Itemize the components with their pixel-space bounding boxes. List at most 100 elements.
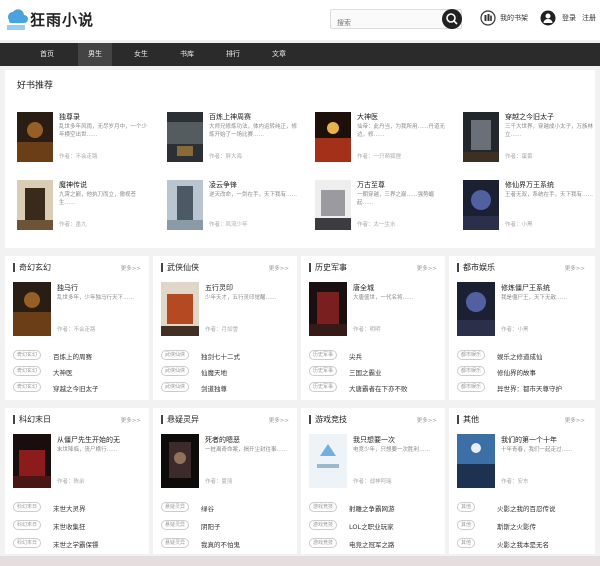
genre-tag[interactable]: 悬疑灵异 [161, 538, 190, 548]
book-title[interactable]: 射雕之争霸网游 [349, 503, 395, 513]
book-card[interactable]: 凌云争锋 逆天改命，一剑在手，天下我有…… 作者：风流少年 [167, 180, 307, 244]
genre-tag[interactable]: 其他 [457, 502, 476, 512]
book-title[interactable]: 修仙界万王系统 [505, 180, 554, 190]
book-cover[interactable] [13, 282, 51, 336]
register-link[interactable]: 注册 [582, 13, 596, 23]
genre-tag[interactable]: 悬疑灵异 [161, 520, 190, 530]
category-title[interactable]: 其他 [463, 414, 479, 425]
book-title[interactable]: 斯斯之火影传 [497, 521, 536, 531]
user-icon[interactable] [540, 10, 556, 26]
genre-tag[interactable]: 其他 [457, 520, 476, 530]
genre-tag[interactable]: 武侠仙侠 [161, 382, 190, 392]
genre-tag[interactable]: 悬疑灵异 [161, 502, 190, 512]
category-title[interactable]: 武侠仙侠 [167, 262, 199, 273]
book-title[interactable]: 凌云争锋 [209, 180, 237, 190]
book-title[interactable]: 独尊录 [59, 112, 80, 122]
list-item[interactable]: 游戏竞技 电竞之冠军之路 [309, 538, 443, 550]
category-title[interactable]: 科幻末日 [19, 414, 51, 425]
more-link[interactable]: 更多>> [269, 416, 289, 424]
book-title[interactable]: 百炼上的周赛 [53, 351, 92, 361]
book-title[interactable]: 我只想要一次 [353, 435, 395, 445]
book-title[interactable]: 末世大灵界 [53, 503, 86, 513]
list-item[interactable]: 历史军事 尖兵 [309, 350, 443, 362]
book-title[interactable]: 末世收集狂 [53, 521, 86, 531]
genre-tag[interactable]: 其他 [457, 538, 476, 548]
book-cover[interactable] [167, 112, 203, 162]
featured-book[interactable]: 从僵尸先生开始的无 末世降临，丧尸横行…… 作者：陈余 [13, 434, 145, 490]
book-title[interactable]: 唐全城 [353, 283, 374, 293]
logo-cloud-icon[interactable] [4, 6, 28, 32]
list-item[interactable]: 科幻末日 末世收集狂 [13, 520, 147, 532]
category-title[interactable]: 奇幻玄幻 [19, 262, 51, 273]
book-title[interactable]: 魔神传说 [59, 180, 87, 190]
list-item[interactable]: 奇幻玄幻 大神医 [13, 366, 147, 378]
book-cover[interactable] [309, 434, 347, 488]
nav-home[interactable]: 首页 [30, 43, 64, 66]
book-title[interactable]: LOL之职业玩家 [349, 521, 394, 531]
genre-tag[interactable]: 武侠仙侠 [161, 350, 190, 360]
list-item[interactable]: 武侠仙侠 独剑七十二式 [161, 350, 295, 362]
book-cover[interactable] [17, 180, 53, 230]
search-input[interactable] [331, 14, 431, 32]
book-title[interactable]: 大唐霸者在下亦不败 [349, 383, 408, 393]
more-link[interactable]: 更多>> [121, 264, 141, 272]
featured-book[interactable]: 独马行 乱世多年，少年独马行天下…… 作者：不会走路 [13, 282, 145, 338]
book-title[interactable]: 火影之我本是无名 [497, 539, 549, 549]
list-item[interactable]: 科幻末日 末世大灵界 [13, 502, 147, 514]
list-item[interactable]: 都市娱乐 异世界：都市天尊守护 [457, 382, 591, 394]
more-link[interactable]: 更多>> [269, 264, 289, 272]
genre-tag[interactable]: 都市娱乐 [457, 350, 486, 360]
book-cover[interactable] [315, 112, 351, 162]
book-title[interactable]: 绿谷 [201, 503, 214, 513]
book-title[interactable]: 我真的不怕鬼 [201, 539, 240, 549]
book-title[interactable]: 百炼上神周赛 [209, 112, 251, 122]
more-link[interactable]: 更多>> [121, 416, 141, 424]
book-card[interactable]: 独尊录 乱世多年风雨，无尽岁月中，一个少年横空出世…… 作者：不会走路 [17, 112, 157, 176]
list-item[interactable]: 悬疑灵异 我真的不怕鬼 [161, 538, 295, 550]
book-title[interactable]: 穿越之今旧太子 [53, 383, 99, 393]
book-title[interactable]: 仙魔天地 [201, 367, 227, 377]
featured-book[interactable]: 我只想要一次 电竞少年，只想要一次胜利…… 作者：战神阿瑞 [309, 434, 441, 490]
list-item[interactable]: 其他 火影之我的百忍传说 [457, 502, 591, 514]
book-title[interactable]: 电竞之冠军之路 [349, 539, 395, 549]
book-cover[interactable] [13, 434, 51, 488]
genre-tag[interactable]: 奇幻玄幻 [13, 382, 42, 392]
list-item[interactable]: 悬疑灵异 阴阳子 [161, 520, 295, 532]
book-title[interactable]: 死者的嗯恶 [205, 435, 240, 445]
list-item[interactable]: 奇幻玄幻 百炼上的周赛 [13, 350, 147, 362]
book-title[interactable]: 独剑七十二式 [201, 351, 240, 361]
site-name[interactable]: 狂雨小说 [30, 9, 94, 30]
nav-library[interactable]: 书库 [170, 43, 204, 66]
bookshelf-icon[interactable] [480, 10, 496, 26]
list-item[interactable]: 奇幻玄幻 穿越之今旧太子 [13, 382, 147, 394]
list-item[interactable]: 游戏竞技 LOL之职业玩家 [309, 520, 443, 532]
book-cover[interactable] [463, 180, 499, 230]
more-link[interactable]: 更多>> [565, 416, 585, 424]
book-cover[interactable] [457, 282, 495, 336]
category-title[interactable]: 历史军事 [315, 262, 347, 273]
list-item[interactable]: 悬疑灵异 绿谷 [161, 502, 295, 514]
book-title[interactable]: 独马行 [57, 283, 78, 293]
genre-tag[interactable]: 奇幻玄幻 [13, 366, 42, 376]
featured-book[interactable]: 修炼僵尸王系统 我是僵尸王，天下无敌…… 作者：小黑 [457, 282, 589, 338]
genre-tag[interactable]: 游戏竞技 [309, 520, 338, 530]
book-title[interactable]: 五行灵印 [205, 283, 233, 293]
list-item[interactable]: 都市娱乐 娱乐之修道成仙 [457, 350, 591, 362]
book-title[interactable]: 修仙界的故事 [497, 367, 536, 377]
featured-book[interactable]: 唐全城 大唐盛世，一代名将…… 作者：明明 [309, 282, 441, 338]
book-cover[interactable] [167, 180, 203, 230]
nav-ranking[interactable]: 排行 [216, 43, 250, 66]
genre-tag[interactable]: 都市娱乐 [457, 382, 486, 392]
book-title[interactable]: 末世之学霸保镖 [53, 539, 99, 549]
list-item[interactable]: 武侠仙侠 仙魔天地 [161, 366, 295, 378]
category-title[interactable]: 悬疑灵异 [167, 414, 199, 425]
category-title[interactable]: 都市娱乐 [463, 262, 495, 273]
genre-tag[interactable]: 科幻末日 [13, 538, 42, 548]
more-link[interactable]: 更多>> [417, 264, 437, 272]
featured-book[interactable]: 五行灵印 少年天才，五行灵印觉醒…… 作者：月如雪 [161, 282, 293, 338]
book-cover[interactable] [309, 282, 347, 336]
book-title[interactable]: 娱乐之修道成仙 [497, 351, 543, 361]
genre-tag[interactable]: 都市娱乐 [457, 366, 486, 376]
book-title[interactable]: 从僵尸先生开始的无 [57, 435, 120, 445]
list-item[interactable]: 游戏竞技 射雕之争霸网游 [309, 502, 443, 514]
